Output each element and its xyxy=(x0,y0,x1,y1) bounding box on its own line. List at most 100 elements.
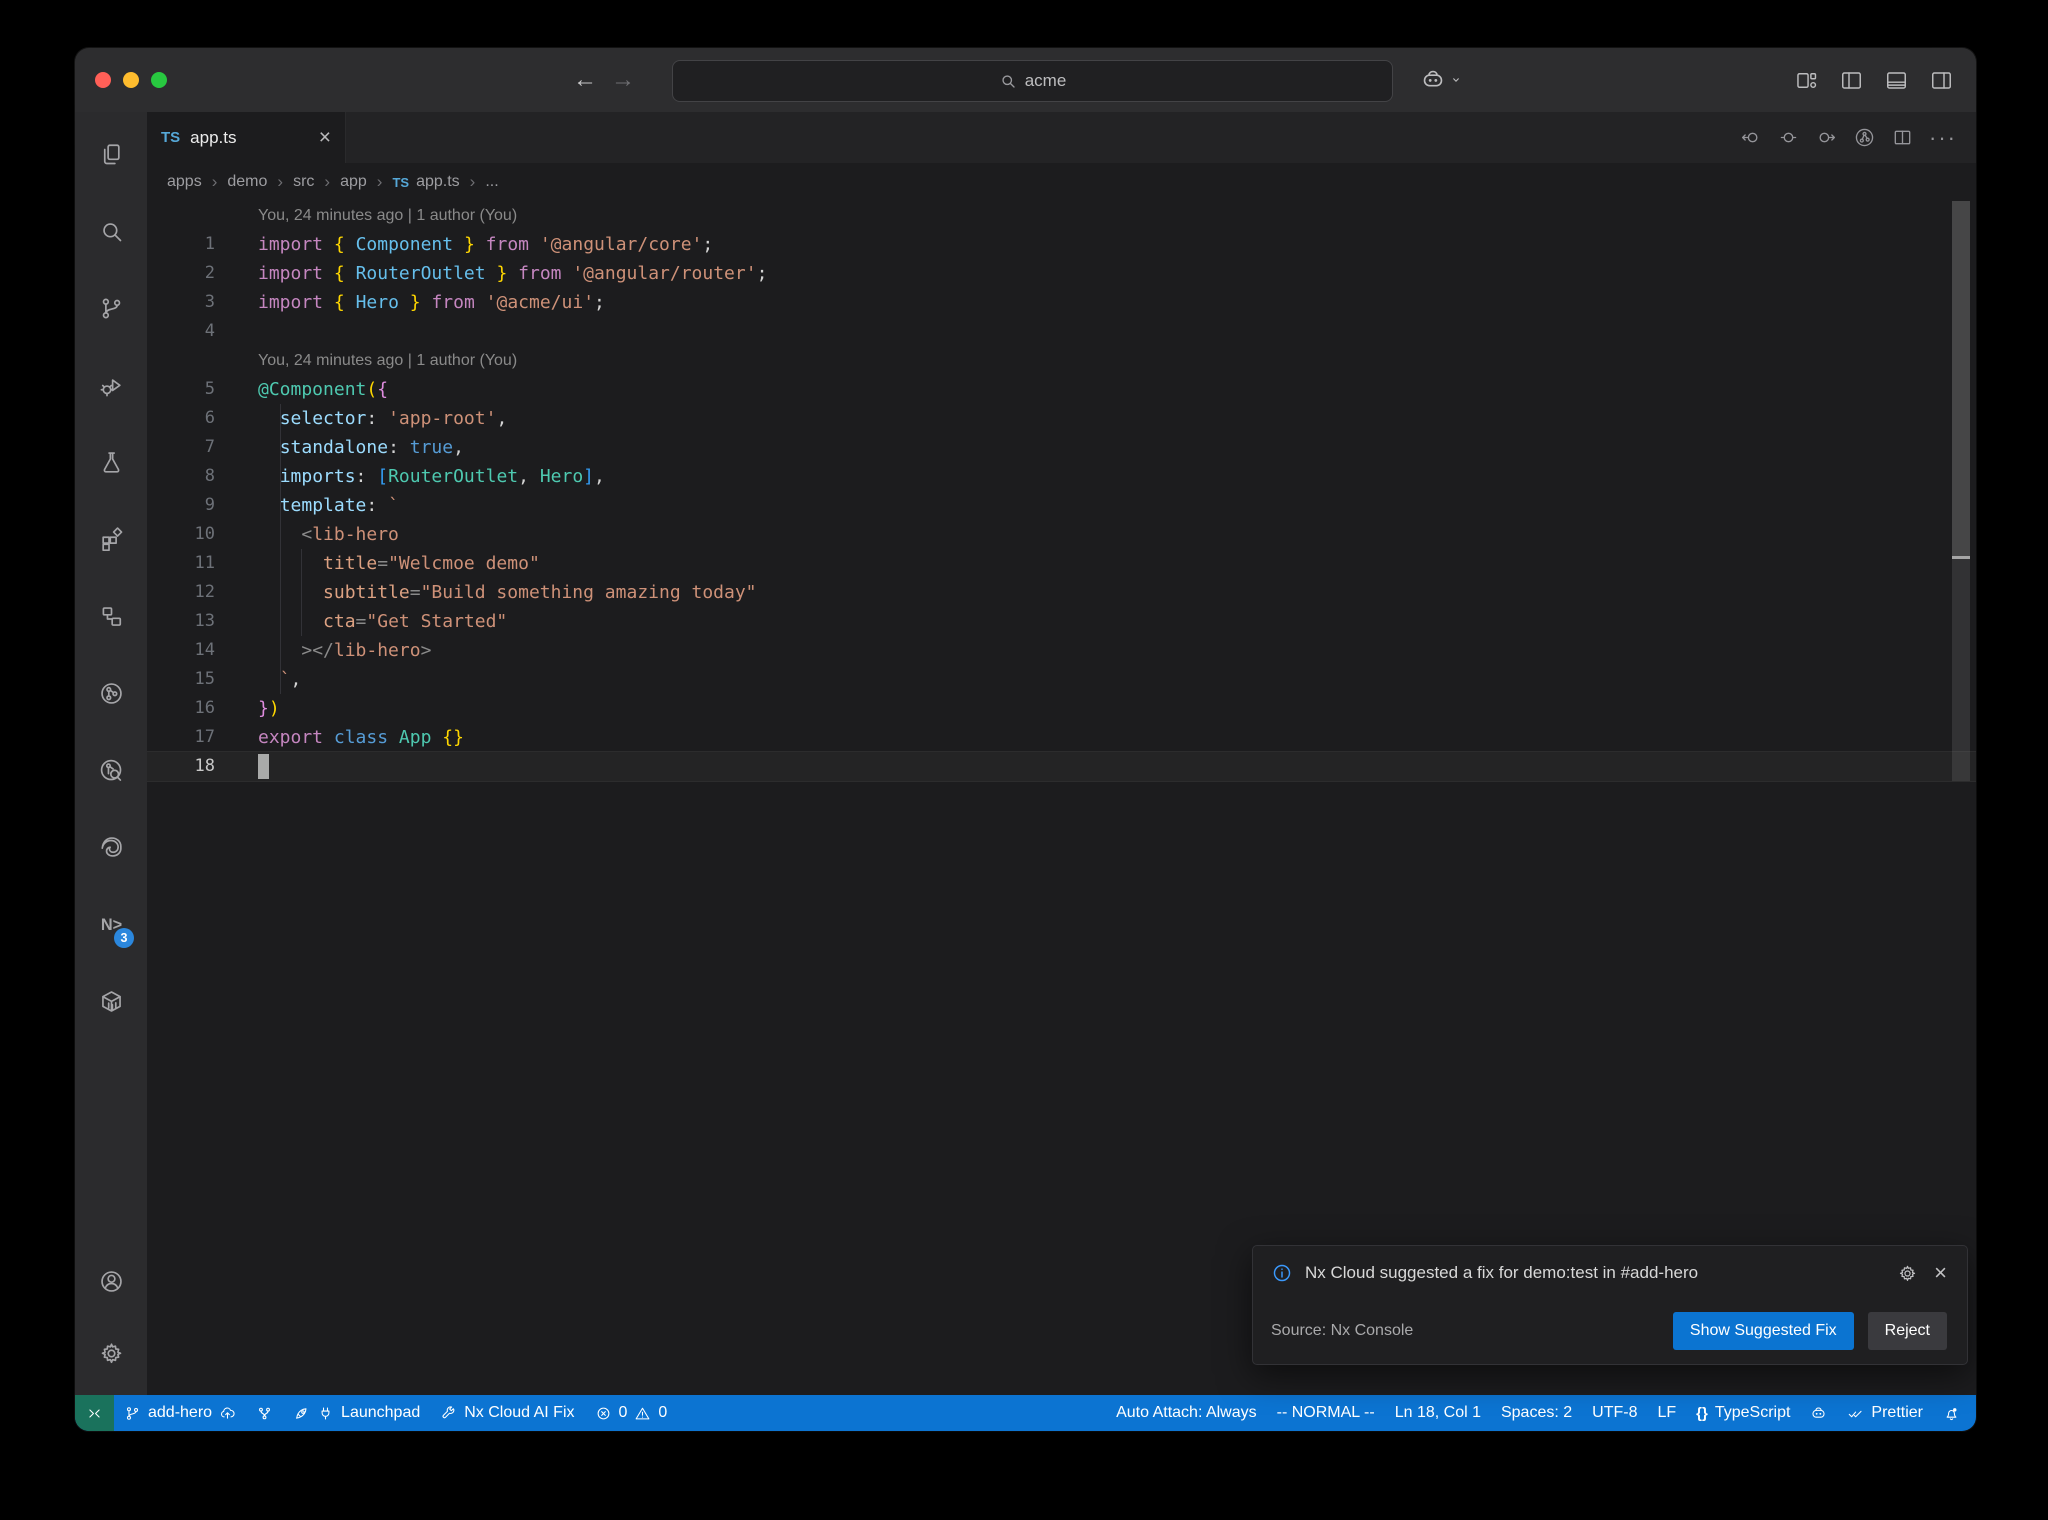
editor-scrollbar-thumb-lower[interactable] xyxy=(1952,559,1970,781)
status-item-commit-graph[interactable] xyxy=(246,1395,283,1431)
blame-text: You, 24 minutes ago | 1 author (You) xyxy=(258,207,518,224)
status-item-problems[interactable]: 00 xyxy=(585,1395,678,1431)
status-item-text: Prettier xyxy=(1871,1404,1923,1421)
check-double-icon xyxy=(1849,1410,1862,1417)
status-item-indentation[interactable]: Spaces: 2 xyxy=(1491,1395,1582,1431)
maximize-window-button[interactable] xyxy=(151,72,167,88)
status-item-text: Launchpad xyxy=(341,1404,421,1421)
activity-item-settings[interactable] xyxy=(75,1317,147,1389)
layout-sidebar-left-button[interactable] xyxy=(1839,68,1864,93)
code-line-17: 17 export class App {} xyxy=(147,723,1976,752)
remote-icon xyxy=(89,1408,100,1418)
close-window-button[interactable] xyxy=(95,72,111,88)
token: selector xyxy=(279,408,367,429)
editor-scrollbar-thumb[interactable] xyxy=(1952,201,1970,559)
activity-item-run-debug[interactable] xyxy=(75,347,147,424)
layout-sidebar-left-icon xyxy=(1842,71,1861,89)
line-number: 1 xyxy=(204,234,215,254)
explorer-icon xyxy=(103,144,120,165)
tab-close-icon[interactable]: × xyxy=(319,127,331,148)
status-item-eol[interactable]: LF xyxy=(1647,1395,1686,1431)
status-item-encoding[interactable]: UTF-8 xyxy=(1582,1395,1647,1431)
history-navigation: ← → xyxy=(573,48,635,112)
status-item-git-branch[interactable]: add-hero xyxy=(114,1395,246,1431)
line-number: 2 xyxy=(204,263,215,283)
nav-dot-circle-button[interactable] xyxy=(1774,126,1803,149)
notification-settings-gear-icon[interactable] xyxy=(1897,1263,1918,1284)
breadcrumb-item--[interactable]: ... xyxy=(485,173,498,191)
tab-app-ts[interactable]: TS app.ts × xyxy=(147,112,346,163)
status-item-remote-indicator[interactable] xyxy=(75,1395,114,1431)
line-number: 18 xyxy=(194,756,215,776)
status-item-vim-mode[interactable]: -- NORMAL -- xyxy=(1267,1395,1385,1431)
more-actions-button[interactable]: ··· xyxy=(1926,125,1960,151)
layout-sidebar-right-icon xyxy=(1932,71,1951,89)
activity-item-explorer[interactable] xyxy=(75,116,147,193)
breadcrumb-item-apps[interactable]: apps xyxy=(167,173,202,191)
command-center-search[interactable]: acme xyxy=(672,60,1393,102)
token: from xyxy=(485,234,529,255)
gitlens-icon xyxy=(100,683,122,704)
activity-item-gitlens[interactable] xyxy=(75,655,147,732)
breadcrumb-item-demo[interactable]: demo xyxy=(227,173,267,191)
copilot-menu[interactable] xyxy=(1420,48,1464,112)
token: > xyxy=(420,640,432,661)
status-item-nx-cloud-ai-fix[interactable]: Nx Cloud AI Fix xyxy=(430,1395,584,1431)
notification-close-icon[interactable]: × xyxy=(1934,1262,1947,1284)
activity-item-edge-tools[interactable] xyxy=(75,809,147,886)
token: [ xyxy=(377,466,389,487)
status-item-text: 0 xyxy=(658,1404,668,1421)
layout-customize-button[interactable] xyxy=(1794,68,1819,93)
activity-item-nx-console[interactable]: N> 3 xyxy=(75,886,147,963)
minimize-window-button[interactable] xyxy=(123,72,139,88)
token: ( xyxy=(366,379,378,400)
status-item-copilot-status[interactable] xyxy=(1800,1395,1837,1431)
layout-panel-button[interactable] xyxy=(1884,68,1909,93)
info-icon xyxy=(1273,1264,1291,1282)
line-number: 6 xyxy=(204,408,215,428)
split-editor-button[interactable] xyxy=(1888,126,1917,149)
reject-button[interactable]: Reject xyxy=(1867,1312,1947,1350)
activity-item-search[interactable] xyxy=(75,193,147,270)
activity-item-accounts[interactable] xyxy=(75,1245,147,1317)
layout-controls xyxy=(1794,48,1954,112)
token: lib-hero xyxy=(333,640,421,661)
nav-back-circle-button[interactable] xyxy=(1736,126,1765,149)
code-text: standalone: true, xyxy=(215,433,464,462)
breadcrumb-item-app-ts[interactable]: TS app.ts xyxy=(392,173,459,191)
gitlens-inspect-icon xyxy=(100,759,121,781)
activity-item-extensions[interactable] xyxy=(75,501,147,578)
nav-forward-circle-icon xyxy=(1819,132,1836,143)
breadcrumb-item-app[interactable]: app xyxy=(340,173,367,191)
token: "Get Started" xyxy=(366,611,508,632)
status-item-notifications-bell[interactable] xyxy=(1933,1395,1970,1431)
navigate-forward-icon[interactable]: → xyxy=(611,66,635,94)
activity-item-gitlens-inspect[interactable] xyxy=(75,732,147,809)
token: Component xyxy=(355,234,454,255)
status-item-formatter[interactable]: Prettier xyxy=(1837,1395,1933,1431)
nav-forward-circle-button[interactable] xyxy=(1812,126,1841,149)
activity-item-project-hierarchy[interactable] xyxy=(75,578,147,655)
line-number: 4 xyxy=(204,321,215,341)
breadcrumb-item-src[interactable]: src xyxy=(293,173,314,191)
show-suggested-fix-button[interactable]: Show Suggested Fix xyxy=(1672,1312,1854,1350)
status-item-launchpad[interactable]: Launchpad xyxy=(283,1395,430,1431)
source-control-icon xyxy=(126,1406,139,1420)
code-editor[interactable]: You, 24 minutes ago | 1 author (You) 1 imp… xyxy=(147,201,1976,1395)
status-item-cursor-position[interactable]: Ln 18, Col 1 xyxy=(1385,1395,1491,1431)
activity-item-containers[interactable] xyxy=(75,963,147,1040)
token: { xyxy=(333,234,345,255)
activity-item-source-control[interactable] xyxy=(75,270,147,347)
commit-graph-circle-button[interactable] xyxy=(1850,126,1879,149)
status-item-auto-attach[interactable]: Auto Attach: Always xyxy=(1106,1395,1267,1431)
code-line-8: 8 imports: [RouterOutlet, Hero], xyxy=(147,462,1976,491)
status-item-language[interactable]: {} TypeScript xyxy=(1686,1395,1800,1431)
line-number: 16 xyxy=(194,698,215,718)
navigate-back-icon[interactable]: ← xyxy=(573,66,597,94)
layout-sidebar-right-button[interactable] xyxy=(1929,68,1954,93)
activity-item-testing[interactable] xyxy=(75,424,147,501)
